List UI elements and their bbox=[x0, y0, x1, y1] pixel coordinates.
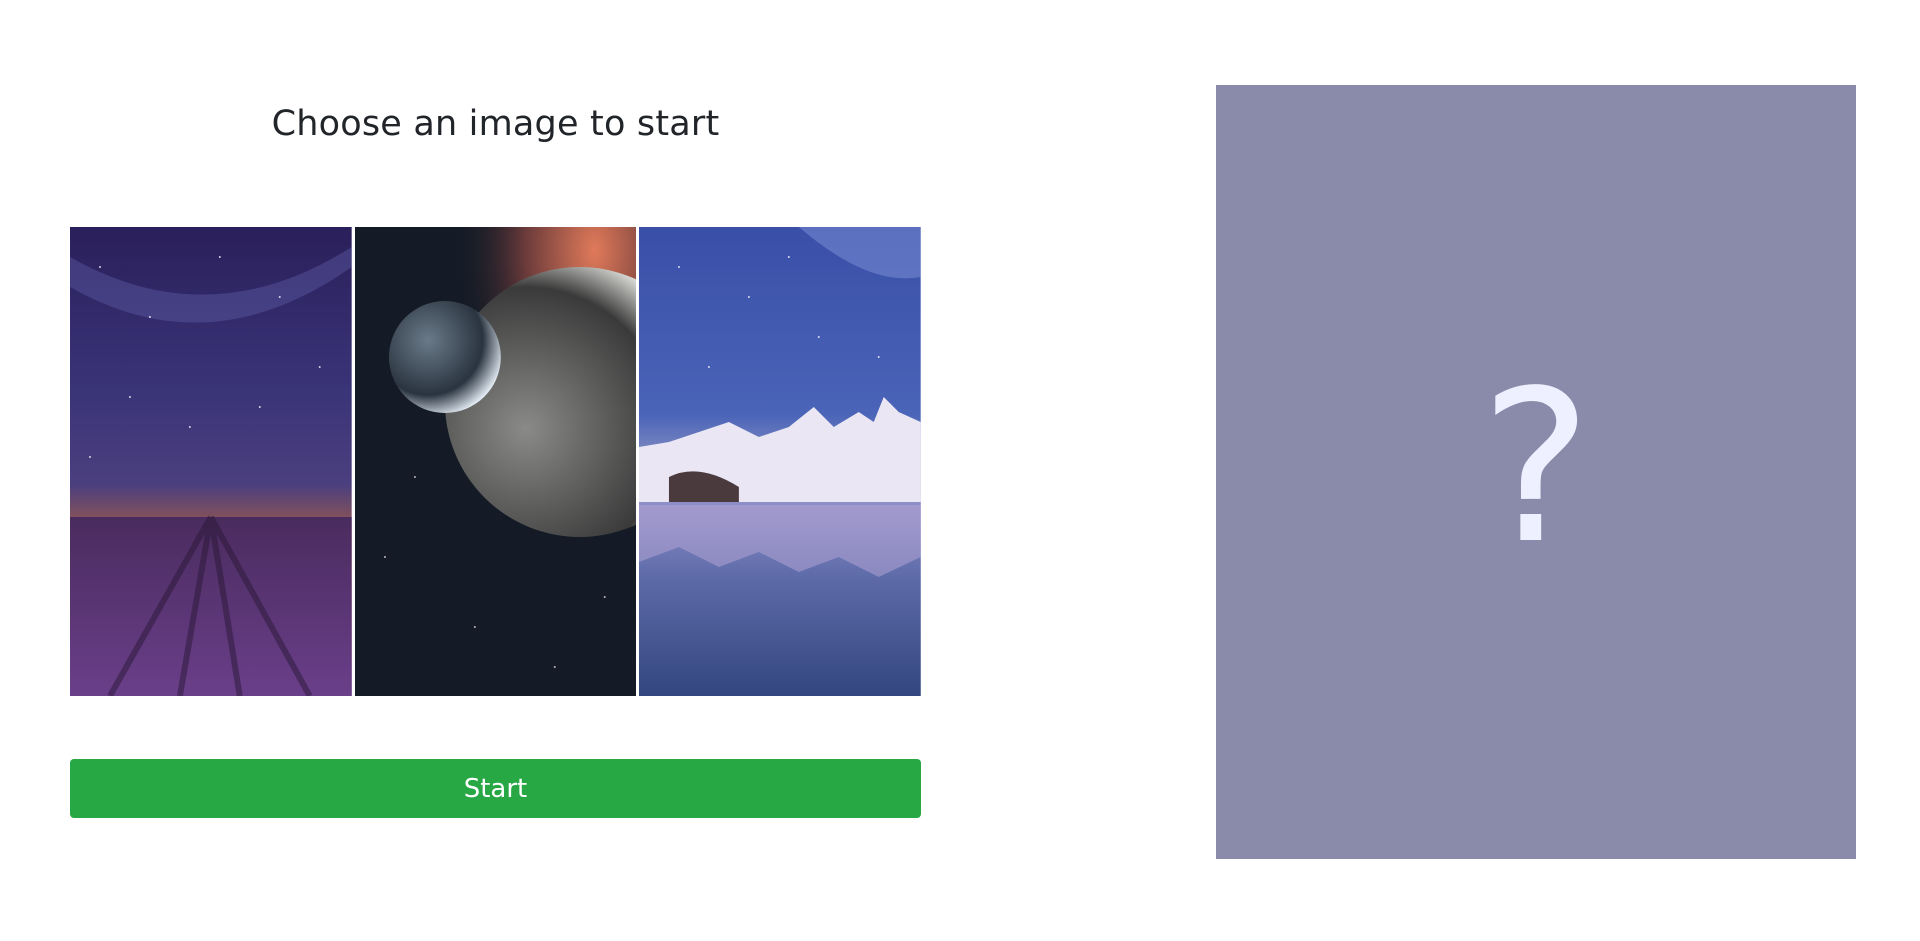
page-title: Choose an image to start bbox=[271, 104, 720, 144]
mountains-image bbox=[639, 227, 922, 696]
puzzle-preview: ? bbox=[1216, 85, 1856, 859]
image-option-mountains[interactable] bbox=[639, 227, 922, 696]
question-mark-placeholder: ? bbox=[1480, 345, 1592, 590]
image-gallery bbox=[70, 227, 922, 696]
lavender-image bbox=[70, 227, 352, 696]
planets-image bbox=[354, 227, 637, 696]
image-option-planets[interactable] bbox=[354, 227, 637, 696]
start-button[interactable]: Start bbox=[70, 759, 921, 818]
image-option-lavender[interactable] bbox=[70, 227, 352, 696]
puzzle-page: Choose an image to start Start ? bbox=[0, 0, 1920, 941]
image-chooser-panel: Choose an image to start Start bbox=[70, 0, 922, 941]
